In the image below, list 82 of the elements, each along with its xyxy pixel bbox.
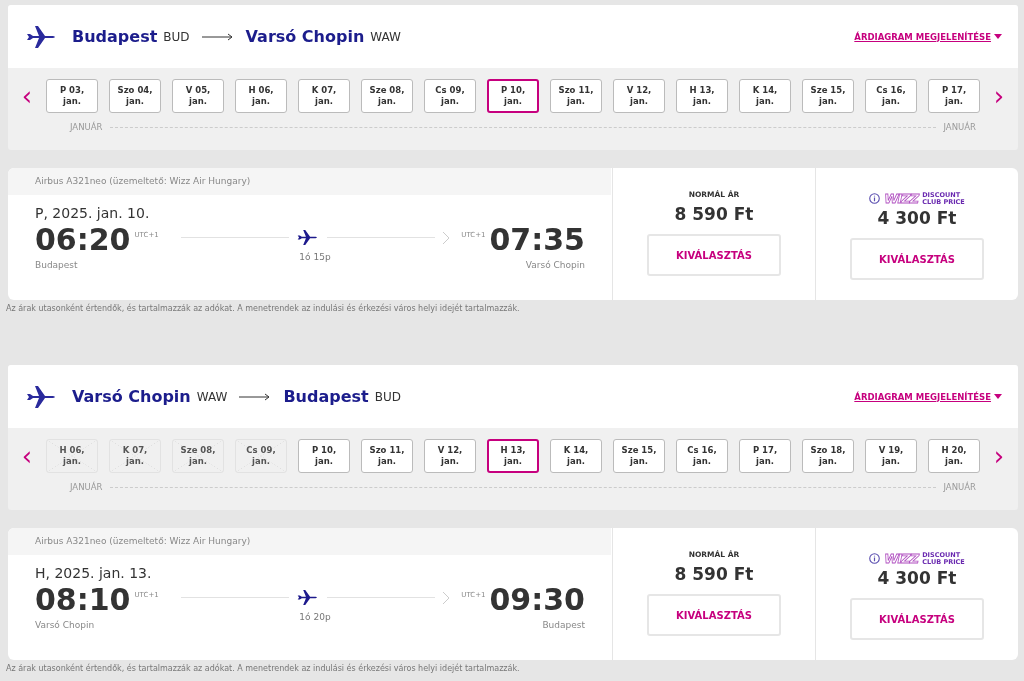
info-icon[interactable]: [869, 193, 881, 204]
caret-icon: [994, 394, 1002, 399]
previous-button[interactable]: ‹: [8, 83, 46, 109]
flight-duration: 1ó 20p: [299, 612, 331, 622]
next-button[interactable]: ›: [980, 83, 1018, 109]
date-tab[interactable]: Cs 16, jan.: [865, 79, 917, 113]
arrival-city: Budapest: [542, 620, 585, 630]
date-tab[interactable]: V 19, jan.: [865, 439, 917, 473]
departure-time: 06:20: [35, 223, 131, 256]
date-tab[interactable]: Sze 15, jan.: [802, 79, 854, 113]
chevron-icon: [443, 231, 450, 244]
month-label: JANUÁR: [943, 122, 976, 132]
price-note: Az árak utasonként értendők, és tartalmazzák az adókat. A menetrendek az indulási és érkezési város helyi idejét tartalmazzák.: [6, 304, 521, 313]
select-button[interactable]: KIVÁLASZTÁS: [647, 594, 781, 636]
date-tab[interactable]: Sze 08, jan.: [361, 79, 413, 113]
date-tab[interactable]: K 07, jan.: [298, 79, 350, 113]
price-chart-link[interactable]: ÁRDIAGRAM MEGJELENÍTÉSE: [854, 391, 1002, 402]
fare-price: 4 300 Ft: [877, 568, 957, 588]
date-tab[interactable]: Szo 11, jan.: [361, 439, 413, 473]
date-tab[interactable]: K 14, jan.: [550, 439, 602, 473]
fare-price: 4 300 Ft: [877, 208, 957, 228]
destination-city: Varsó Chopin: [245, 27, 365, 46]
date-tab[interactable]: P 17, jan.: [739, 439, 791, 473]
aircraft-info: Airbus A321neo (üzemeltető: Wizz Air Hungary): [8, 168, 611, 195]
date-tab[interactable]: H 13, jan.: [676, 79, 728, 113]
arrow-icon: [201, 32, 234, 41]
origin-code: WAW: [196, 389, 228, 404]
flight-date: P, 2025. jan. 10.: [35, 205, 151, 221]
destination-code: BUD: [374, 389, 401, 404]
date-tab[interactable]: Cs 09, jan.: [424, 79, 476, 113]
date-tab[interactable]: H 13, jan.: [487, 439, 539, 473]
airplane-icon: [26, 24, 58, 49]
date-tab[interactable]: Szo 11, jan.: [550, 79, 602, 113]
origin-city: Varsó Chopin: [72, 387, 191, 406]
date-tab[interactable]: H 06, jan.: [235, 79, 287, 113]
origin-code: BUD: [163, 29, 190, 44]
previous-button[interactable]: ‹: [8, 443, 46, 469]
date-tab[interactable]: P 10, jan.: [487, 79, 539, 113]
price-chart-link[interactable]: ÁRDIAGRAM MEGJELENÍTÉSE: [854, 31, 1002, 42]
departure-city: Budapest: [35, 260, 79, 270]
arrival-time: 07:35: [489, 223, 585, 256]
club-logo: WIZZ: [884, 551, 919, 566]
date-tab[interactable]: Cs 16, jan.: [676, 439, 728, 473]
destination-city: Budapest: [283, 387, 369, 406]
airplane-icon: [297, 589, 319, 606]
flight-duration: 1ó 15p: [299, 252, 331, 262]
origin-city: Budapest: [72, 27, 158, 46]
date-tab[interactable]: Szo 04, jan.: [109, 79, 161, 113]
arrival-city: Varsó Chopin: [525, 260, 585, 270]
airplane-icon: [26, 384, 58, 409]
caret-icon: [994, 34, 1002, 39]
date-tab[interactable]: Sze 15, jan.: [613, 439, 665, 473]
date-tab[interactable]: H 20, jan.: [928, 439, 980, 473]
month-label: JANUÁR: [70, 482, 103, 492]
airplane-icon: [297, 229, 319, 246]
date-tab[interactable]: K 14, jan.: [739, 79, 791, 113]
date-tab[interactable]: V 12, jan.: [424, 439, 476, 473]
aircraft-info: Airbus A321neo (üzemeltető: Wizz Air Hungary): [8, 528, 611, 555]
flight-date: H, 2025. jan. 13.: [35, 565, 153, 581]
next-button[interactable]: ›: [980, 443, 1018, 469]
date-tab[interactable]: P 03, jan.: [46, 79, 98, 113]
info-icon[interactable]: [869, 553, 881, 564]
arrival-time: 09:30: [489, 583, 585, 616]
select-button[interactable]: KIVÁLASZTÁS: [647, 234, 781, 276]
date-tab[interactable]: P 17, jan.: [928, 79, 980, 113]
date-tab[interactable]: Szo 18, jan.: [802, 439, 854, 473]
fare-price: 8 590 Ft: [674, 204, 754, 224]
departure-city: Varsó Chopin: [35, 620, 96, 630]
destination-code: WAW: [370, 29, 401, 44]
club-logo: WIZZ: [884, 191, 919, 206]
fare-price: 8 590 Ft: [674, 564, 754, 584]
month-label: JANUÁR: [943, 482, 976, 492]
select-button[interactable]: KIVÁLASZTÁS: [850, 598, 984, 640]
month-label: JANUÁR: [70, 122, 103, 132]
date-tab[interactable]: V 12, jan.: [613, 79, 665, 113]
price-note: Az árak utasonként értendők, és tartalmazzák az adókat. A menetrendek az indulási és érkezési város helyi idejét tartalmazzák.: [6, 664, 521, 673]
chevron-icon: [443, 591, 450, 604]
select-button[interactable]: KIVÁLASZTÁS: [850, 238, 984, 280]
departure-time: 08:10: [35, 583, 131, 616]
arrow-icon: [239, 392, 272, 401]
date-tab[interactable]: V 05, jan.: [172, 79, 224, 113]
date-tab[interactable]: P 10, jan.: [298, 439, 350, 473]
